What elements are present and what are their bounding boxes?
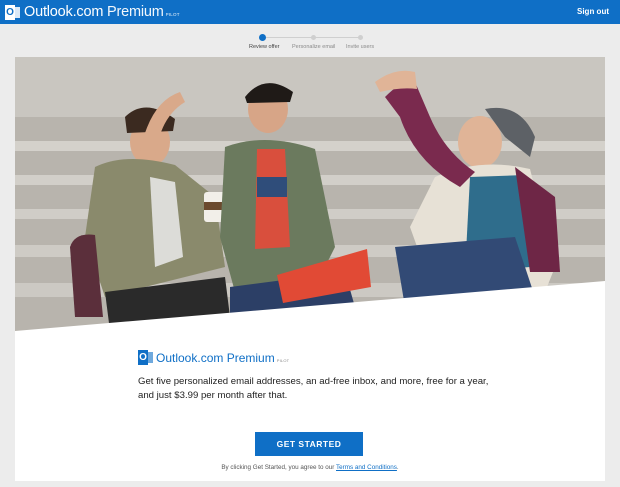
step-label-invite-users: Invite users [346,44,375,50]
card-brand-name: Outlook.com Premium PILOT [156,350,290,365]
offer-description: Get five personalized email addresses, a… [138,376,489,401]
hero-photo [15,57,605,331]
step-label-review-offer: Review offer [249,44,280,50]
step-label-personalize-email: Personalize email [292,44,336,50]
outlook-icon: O [5,4,20,20]
terms-link[interactable]: Terms and Conditions [336,464,397,471]
step-dot-review-offer [259,34,266,41]
sign-out-link[interactable]: Sign out [577,7,609,16]
step-dot-personalize-email [311,35,316,40]
get-started-button[interactable]: GET STARTED [255,432,363,456]
offer-card: O Outlook.com Premium PILOT Get five pers… [15,331,605,481]
brand-name: Outlook.com Premium PILOT [24,4,180,20]
progress-steps: Review offer Personalize email Invite us… [244,33,384,53]
top-bar: O Outlook.com Premium PILOT Sign out [0,0,620,24]
step-dot-invite-users [358,35,363,40]
outlook-icon: O [138,350,153,365]
card-outlook-logo: O Outlook.com Premium PILOT [138,350,289,365]
legal-text: By clicking Get Started, you agree to ou… [221,464,399,471]
outlook-logo[interactable]: O Outlook.com Premium PILOT [5,4,180,20]
